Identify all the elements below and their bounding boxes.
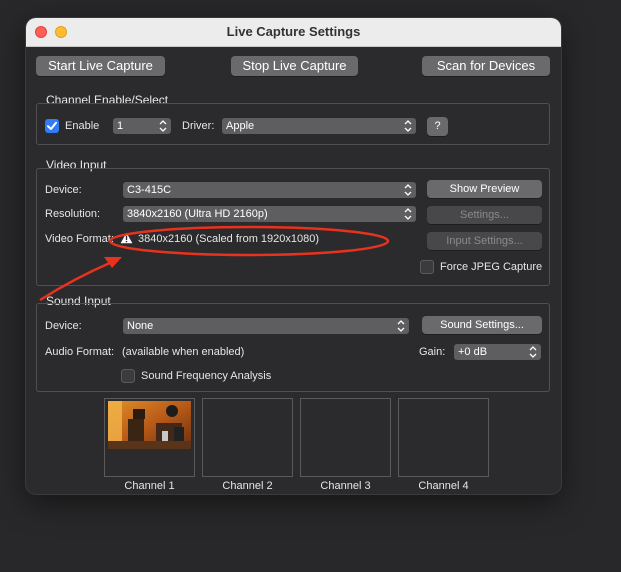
video-settings-button[interactable]: Settings... bbox=[427, 206, 542, 224]
checkmark-icon bbox=[47, 121, 57, 130]
driver-select-value: Apple bbox=[226, 120, 255, 132]
titlebar: Live Capture Settings bbox=[26, 18, 561, 47]
driver-label: Driver: bbox=[182, 120, 215, 132]
channel-4-thumbnail[interactable] bbox=[398, 398, 489, 477]
sound-device-label: Device: bbox=[45, 320, 82, 332]
audio-format-label: Audio Format: bbox=[45, 346, 115, 358]
channel-select-value: 1 bbox=[117, 120, 124, 132]
channel-select[interactable]: 1 bbox=[113, 118, 171, 134]
video-device-label: Device: bbox=[45, 184, 82, 196]
live-capture-settings-window: Live Capture Settings Start Live Capture… bbox=[26, 18, 561, 494]
video-format-label: Video Format: bbox=[45, 233, 114, 245]
start-live-capture-button[interactable]: Start Live Capture bbox=[36, 56, 165, 76]
channel-1-label: Channel 1 bbox=[124, 480, 175, 492]
sound-settings-button[interactable]: Sound Settings... bbox=[422, 316, 542, 334]
channel-2-label: Channel 2 bbox=[222, 480, 273, 492]
resolution-select[interactable]: 3840x2160 (Ultra HD 2160p) bbox=[123, 206, 416, 222]
video-format-value: 3840x2160 (Scaled from 1920x1080) bbox=[138, 233, 320, 245]
channel-3-label: Channel 3 bbox=[320, 480, 371, 492]
video-device-select[interactable]: C3-415C bbox=[123, 182, 416, 198]
channel-4-label: Channel 4 bbox=[418, 480, 469, 492]
resolution-label: Resolution: bbox=[45, 208, 101, 220]
chevron-updown-icon bbox=[404, 208, 412, 220]
chevron-updown-icon bbox=[529, 346, 537, 358]
channel-1-thumbnail[interactable] bbox=[104, 398, 195, 477]
camera-preview-image bbox=[108, 401, 191, 449]
channel-3-thumbnail[interactable] bbox=[300, 398, 391, 477]
audio-format-value: (available when enabled) bbox=[122, 346, 245, 358]
chevron-updown-icon bbox=[404, 120, 412, 132]
enable-checkbox[interactable] bbox=[45, 119, 59, 133]
video-device-value: C3-415C bbox=[127, 184, 172, 196]
show-preview-button[interactable]: Show Preview bbox=[427, 180, 542, 198]
force-jpeg-checkbox[interactable] bbox=[420, 260, 434, 274]
force-jpeg-label: Force JPEG Capture bbox=[440, 261, 543, 273]
sound-frequency-label: Sound Frequency Analysis bbox=[141, 370, 272, 382]
warning-icon bbox=[120, 232, 133, 244]
channel-2-thumbnail[interactable] bbox=[202, 398, 293, 477]
scan-for-devices-button[interactable]: Scan for Devices bbox=[422, 56, 550, 76]
input-settings-button[interactable]: Input Settings... bbox=[427, 232, 542, 250]
gain-label: Gain: bbox=[419, 346, 446, 358]
gain-select[interactable]: +0 dB bbox=[454, 344, 541, 360]
driver-select[interactable]: Apple bbox=[222, 118, 416, 134]
stop-live-capture-button[interactable]: Stop Live Capture bbox=[231, 56, 358, 76]
chevron-updown-icon bbox=[404, 184, 412, 196]
chevron-updown-icon bbox=[397, 320, 405, 332]
help-button[interactable]: ? bbox=[427, 117, 448, 136]
gain-value: +0 dB bbox=[458, 346, 488, 358]
resolution-value: 3840x2160 (Ultra HD 2160p) bbox=[127, 208, 268, 220]
sound-frequency-checkbox[interactable] bbox=[121, 369, 135, 383]
sound-device-select[interactable]: None bbox=[123, 318, 409, 334]
window-title: Live Capture Settings bbox=[226, 24, 361, 39]
chevron-updown-icon bbox=[159, 120, 167, 132]
sound-device-value: None bbox=[127, 320, 154, 332]
enable-label: Enable bbox=[65, 120, 100, 132]
